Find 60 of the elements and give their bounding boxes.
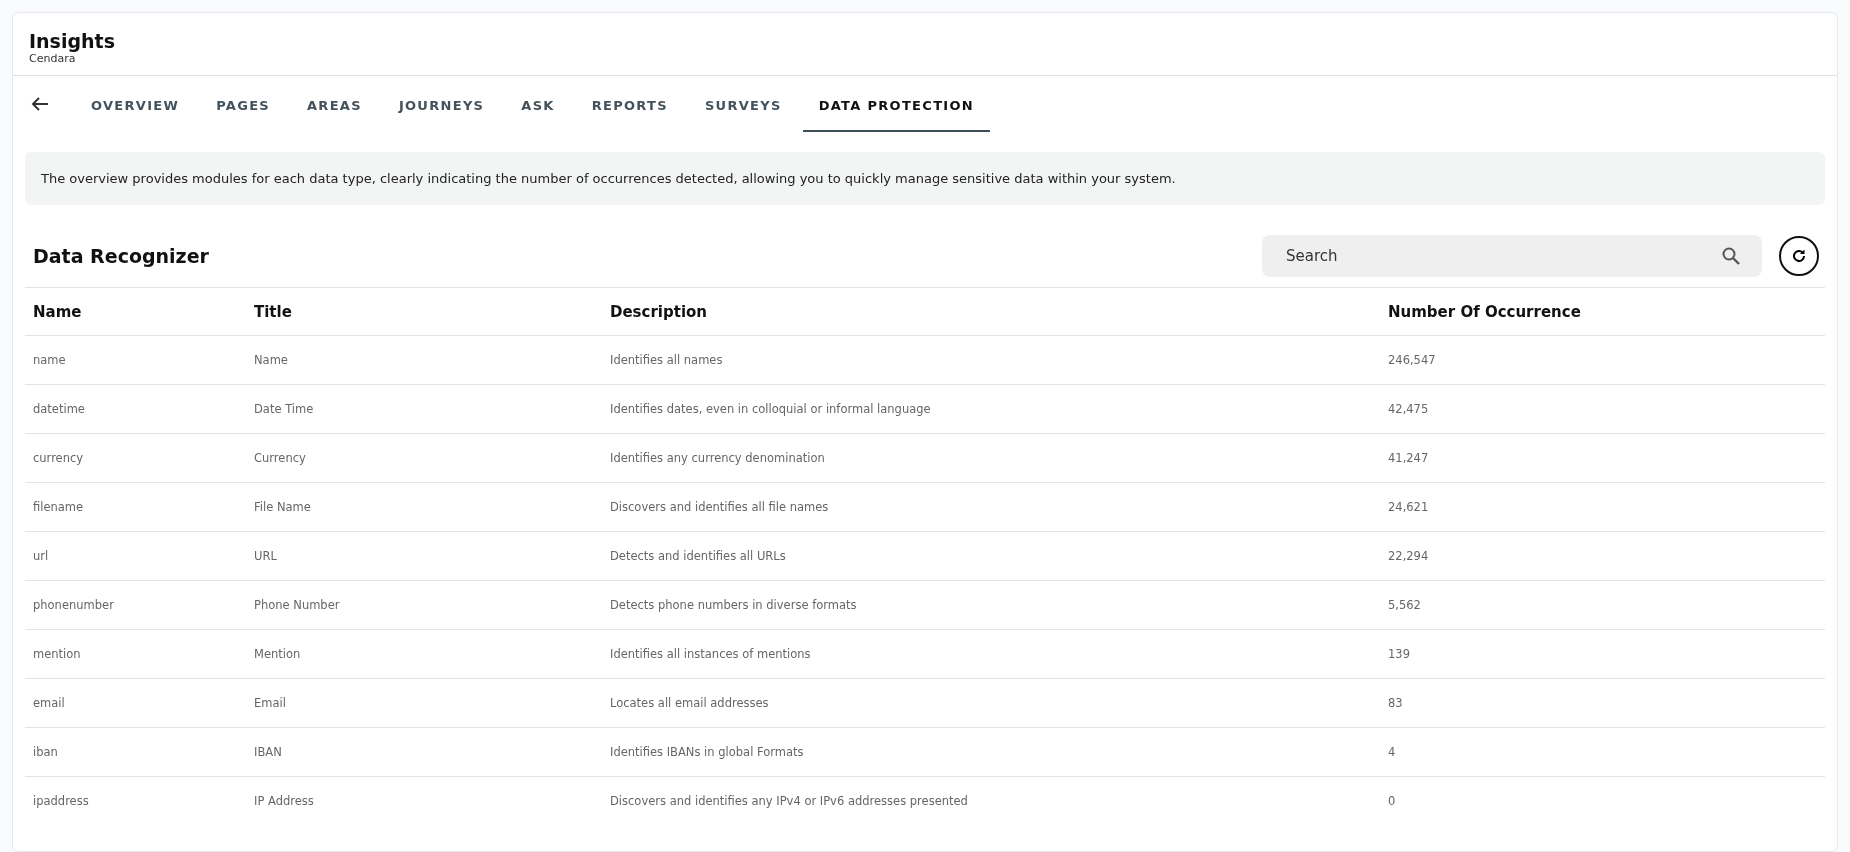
nav-tab[interactable]: JOURNEYS bbox=[382, 76, 501, 132]
nav-tab[interactable]: REPORTS bbox=[575, 76, 684, 132]
table-cell: 83 bbox=[1380, 678, 1825, 728]
page-title: Insights bbox=[29, 30, 116, 52]
table-cell: File Name bbox=[246, 482, 602, 532]
nav-tab[interactable]: AREAS bbox=[291, 76, 378, 132]
table-cell: 5,562 bbox=[1380, 580, 1825, 630]
table-cell: mention bbox=[25, 629, 246, 679]
column-header: Number Of Occurrence bbox=[1380, 287, 1825, 336]
table-cell: Name bbox=[246, 335, 602, 385]
table-cell: Currency bbox=[246, 433, 602, 483]
refresh-button[interactable] bbox=[1779, 236, 1819, 276]
table-cell: name bbox=[25, 335, 246, 385]
table-cell: Mention bbox=[246, 629, 602, 679]
table-cell: email bbox=[25, 678, 246, 728]
table-cell: phonenumber bbox=[25, 580, 246, 630]
table-cell: filename bbox=[25, 482, 246, 532]
table-cell: 42,475 bbox=[1380, 384, 1825, 434]
table-cell: currency bbox=[25, 433, 246, 483]
table-cell: IBAN bbox=[246, 727, 602, 777]
search-field[interactable]: Search bbox=[1262, 235, 1762, 277]
table-cell: Date Time bbox=[246, 384, 602, 434]
table-cell: Email bbox=[246, 678, 602, 728]
column-header: Title bbox=[246, 287, 602, 336]
nav-tab[interactable]: SURVEYS bbox=[688, 76, 798, 132]
page-subtitle: Cendara bbox=[29, 52, 77, 65]
table-cell: Identifies IBANs in global Formats bbox=[602, 727, 1380, 777]
table-cell: Detects phone numbers in diverse formats bbox=[602, 580, 1380, 630]
table-cell: 0 bbox=[1380, 776, 1825, 825]
nav-tab[interactable]: ASK bbox=[505, 76, 571, 132]
table-cell: Discovers and identifies all file names bbox=[602, 482, 1380, 532]
table-cell: 246,547 bbox=[1380, 335, 1825, 385]
table-cell: ipaddress bbox=[25, 776, 246, 825]
info-banner: The overview provides modules for each data type, clearly indicating the number of occurrences detected, allowing you to quickly manage sensitive data within your system. bbox=[25, 152, 1825, 205]
column-header: Description bbox=[602, 287, 1380, 336]
table-cell: Identifies all names bbox=[602, 335, 1380, 385]
table-cell: Identifies dates, even in colloquial or informal language bbox=[602, 384, 1380, 434]
table-cell: datetime bbox=[25, 384, 246, 434]
refresh-icon bbox=[1791, 248, 1807, 264]
table-cell: Detects and identifies all URLs bbox=[602, 531, 1380, 581]
table-cell: 22,294 bbox=[1380, 531, 1825, 581]
search-icon bbox=[1722, 247, 1740, 265]
nav-tab[interactable]: DATA PROTECTION bbox=[802, 76, 990, 132]
nav-tab[interactable]: PAGES bbox=[200, 76, 286, 132]
table-cell: 139 bbox=[1380, 629, 1825, 679]
table-cell: 41,247 bbox=[1380, 433, 1825, 483]
section-title: Data Recognizer bbox=[33, 245, 210, 267]
table-cell: URL bbox=[246, 531, 602, 581]
nav-tab[interactable]: OVERVIEW bbox=[75, 76, 196, 132]
table-cell: Identifies all instances of mentions bbox=[602, 629, 1380, 679]
table-cell: Discovers and identifies any IPv4 or IPv6 addresses presented bbox=[602, 776, 1380, 825]
table-cell: url bbox=[25, 531, 246, 581]
table-cell: iban bbox=[25, 727, 246, 777]
column-header: Name bbox=[25, 287, 246, 336]
table-cell: Locates all email addresses bbox=[602, 678, 1380, 728]
table-cell: Phone Number bbox=[246, 580, 602, 630]
table-cell: Identifies any currency denomination bbox=[602, 433, 1380, 483]
table-cell: IP Address bbox=[246, 776, 602, 825]
table-cell: 4 bbox=[1380, 727, 1825, 777]
table-cell: 24,621 bbox=[1380, 482, 1825, 532]
